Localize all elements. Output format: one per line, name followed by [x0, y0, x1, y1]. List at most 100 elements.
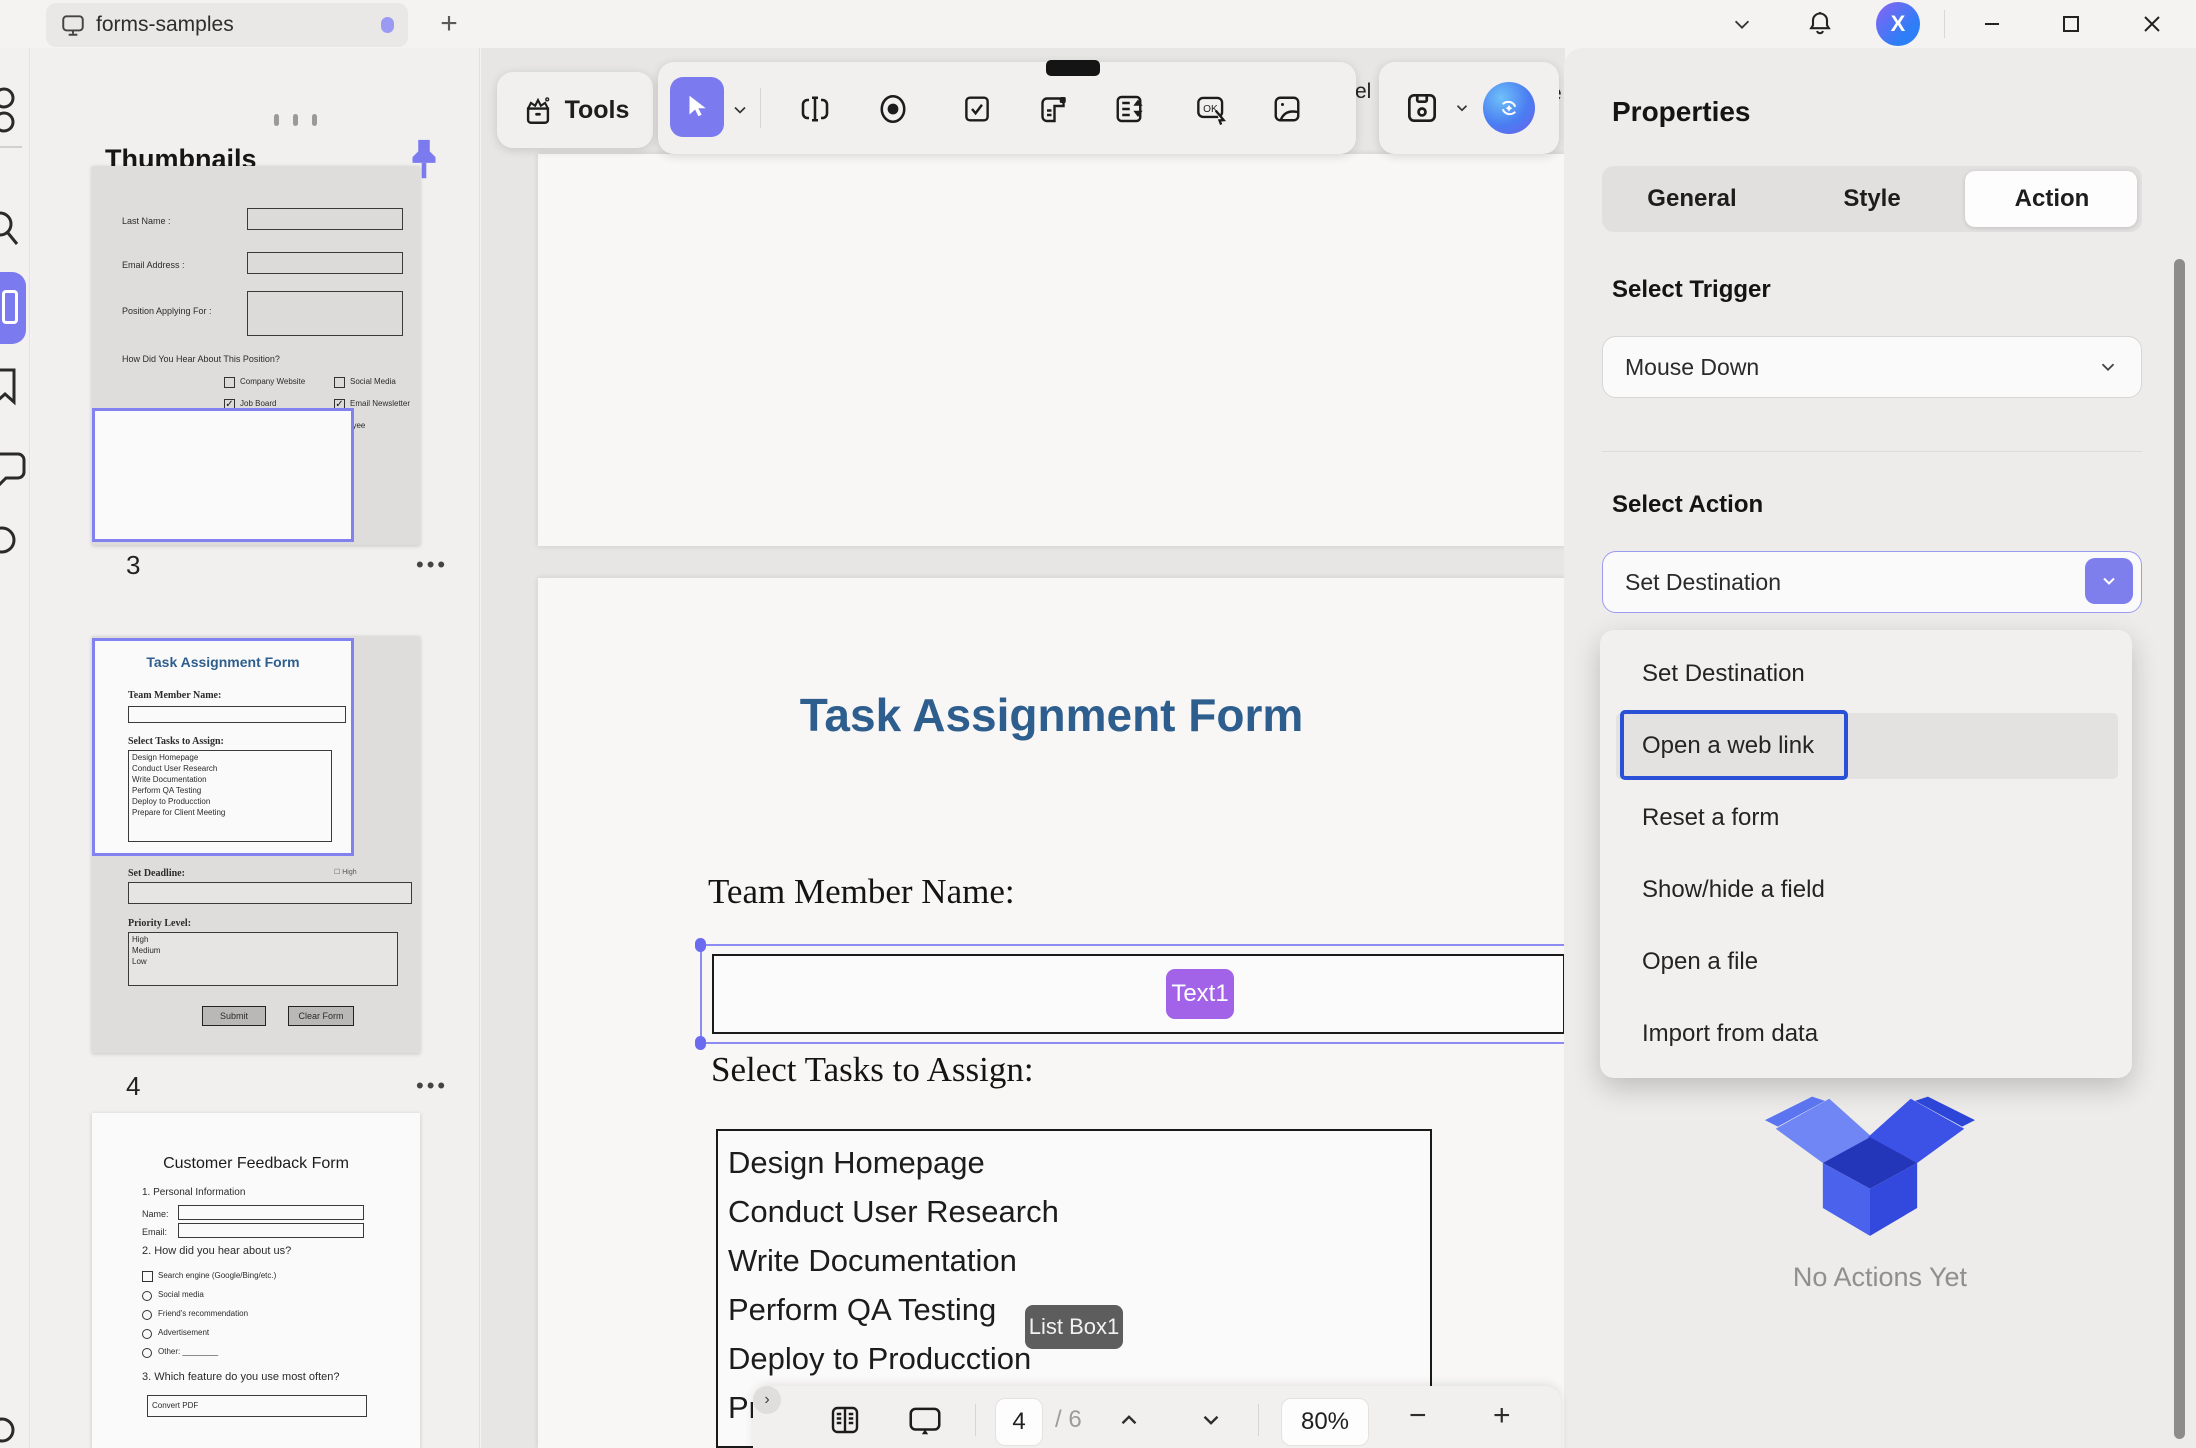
unsaved-dot-icon [381, 17, 394, 33]
menu-item-import-from-data[interactable]: Import from data [1642, 1020, 1818, 1048]
properties-title: Properties [1612, 96, 1751, 128]
notifications-bell-icon[interactable] [1802, 6, 1838, 42]
cursor-icon [682, 92, 712, 122]
tab-general[interactable]: General [1602, 185, 1782, 213]
bottom-toolbar: › 4 / 6 80% − + [753, 1386, 1561, 1448]
action-dropdown-menu: Set Destination Open a web link Reset a … [1600, 630, 2132, 1078]
page-number-input[interactable]: 4 [995, 1398, 1043, 1446]
page-4-surface: Task Assignment Form Team Member Name: T… [538, 578, 1565, 1448]
empty-state-caption: No Actions Yet [1564, 1262, 2196, 1293]
settings-icon[interactable] [0, 1410, 28, 1448]
presentation-mode-icon[interactable] [905, 1400, 945, 1440]
tab-title: forms-samples [96, 13, 234, 37]
action-select-dropdown-button[interactable] [2085, 558, 2133, 604]
tools-button[interactable]: Tools [497, 72, 653, 148]
action-value: Set Destination [1625, 569, 1781, 596]
menu-item-reset-form[interactable]: Reset a form [1642, 804, 1779, 832]
doc-fragment-1: el [1355, 80, 1371, 104]
comment-icon[interactable] [0, 446, 28, 492]
section-divider [1602, 451, 2142, 452]
tools-label: Tools [565, 96, 630, 125]
trigger-chevron-icon [2097, 356, 2119, 378]
previous-page-chevron-icon[interactable] [1109, 1400, 1149, 1440]
history-icon[interactable] [0, 518, 28, 562]
titlebar: forms-samples + X [0, 0, 2196, 48]
viewport-rect-page3[interactable] [92, 408, 354, 542]
page4-more-button[interactable]: ••• [416, 1073, 448, 1099]
thumb4-submit-button: Submit [202, 1006, 266, 1026]
select-tasks-label: Select Tasks to Assign: [711, 1050, 1034, 1090]
page4-number: 4 [126, 1071, 140, 1102]
form-tools-toolbar: OK [658, 62, 1356, 154]
checkbox-tool[interactable] [958, 90, 996, 128]
tab-style[interactable]: Style [1782, 185, 1962, 213]
panel-drag-handle[interactable] [274, 114, 317, 126]
list-box-tool[interactable] [1110, 90, 1148, 128]
thumbnail-page-4[interactable]: Task Assignment Form Team Member Name: S… [92, 636, 420, 1053]
expand-toolbar-button[interactable]: › [753, 1386, 781, 1414]
empty-box-illustration [1760, 1088, 1980, 1238]
zoom-level-field[interactable]: 80% [1281, 1398, 1369, 1446]
menu-item-set-destination[interactable]: Set Destination [1642, 660, 1805, 688]
maximize-button[interactable] [2053, 6, 2089, 42]
tooltip-remnant [1046, 60, 1100, 76]
reading-mode-icon[interactable] [825, 1400, 865, 1440]
close-button[interactable] [2134, 6, 2170, 42]
page-3-surface [538, 154, 1565, 546]
thumbnails-panel: Thumbnails Last Name : Email Address : P… [31, 48, 480, 1448]
save-toolbar [1379, 62, 1559, 154]
minimize-button[interactable] [1974, 6, 2010, 42]
selection-handle-bottom[interactable] [695, 1036, 706, 1050]
new-tab-button[interactable]: + [432, 8, 466, 42]
svg-text:OK: OK [1203, 104, 1218, 115]
page3-more-button[interactable]: ••• [416, 552, 448, 578]
page-total: / 6 [1055, 1406, 1082, 1434]
document-tab[interactable]: forms-samples [46, 3, 408, 47]
zoom-out-button[interactable]: − [1409, 1399, 1427, 1433]
properties-panel: Properties General Style Action Select T… [1564, 48, 2196, 1448]
doc-title: Task Assignment Form [538, 688, 1565, 742]
titlebar-chevron-down-icon[interactable] [1724, 6, 1760, 42]
menu-item-open-web-link[interactable]: Open a web link [1642, 732, 1814, 760]
bookmark-icon[interactable] [0, 364, 28, 408]
tab-action[interactable]: Action [1962, 185, 2142, 213]
team-member-label: Team Member Name: [708, 872, 1015, 912]
monitor-icon [60, 12, 86, 38]
thumb4-clear-button: Clear Form [288, 1006, 354, 1026]
cursor-tool-chevron-icon[interactable] [730, 100, 750, 120]
ai-assistant-button[interactable] [1483, 82, 1535, 134]
select-action-label: Select Action [1612, 491, 1763, 519]
thumbnail-page-5[interactable]: Customer Feedback Form 1. Personal Infor… [92, 1113, 420, 1448]
text-field-tool[interactable] [796, 90, 834, 128]
select-trigger-label: Select Trigger [1612, 276, 1771, 304]
properties-tabs: General Style Action [1602, 166, 2142, 232]
save-chevron-icon[interactable] [1453, 99, 1471, 117]
image-field-tool[interactable] [1268, 90, 1306, 128]
radio-button-tool[interactable] [874, 90, 912, 128]
thumbnail-page-3[interactable]: Last Name : Email Address : Position App… [92, 166, 420, 545]
search-icon[interactable] [0, 206, 28, 252]
team-name-text-field[interactable] [712, 954, 1565, 1034]
next-page-chevron-icon[interactable] [1191, 1400, 1231, 1440]
panel-scrollbar[interactable] [2174, 259, 2185, 1439]
save-icon[interactable] [1403, 89, 1441, 127]
combo-box-tool[interactable] [1034, 90, 1072, 128]
pages-icon[interactable] [0, 86, 28, 136]
trigger-value: Mouse Down [1625, 354, 1759, 381]
left-icon-rail [0, 48, 30, 1448]
menu-item-open-file[interactable]: Open a file [1642, 948, 1758, 976]
titlebar-divider [1944, 10, 1945, 38]
selection-handle-top[interactable] [695, 938, 706, 952]
user-avatar[interactable]: X [1876, 2, 1920, 46]
document-canvas[interactable]: Task Assignment Form Team Member Name: T… [481, 48, 1565, 1448]
page3-number: 3 [126, 550, 140, 581]
text-field-badge[interactable]: Text1 [1166, 969, 1234, 1019]
tools-icon [521, 93, 555, 127]
menu-item-show-hide-field[interactable]: Show/hide a field [1642, 876, 1825, 904]
push-button-tool[interactable]: OK [1192, 90, 1230, 128]
trigger-select[interactable]: Mouse Down [1602, 336, 2142, 398]
action-select[interactable]: Set Destination [1602, 551, 2142, 613]
select-cursor-tool-active[interactable] [670, 77, 724, 137]
zoom-in-button[interactable]: + [1493, 1399, 1511, 1433]
thumbnails-rail-button-active[interactable] [0, 272, 26, 344]
